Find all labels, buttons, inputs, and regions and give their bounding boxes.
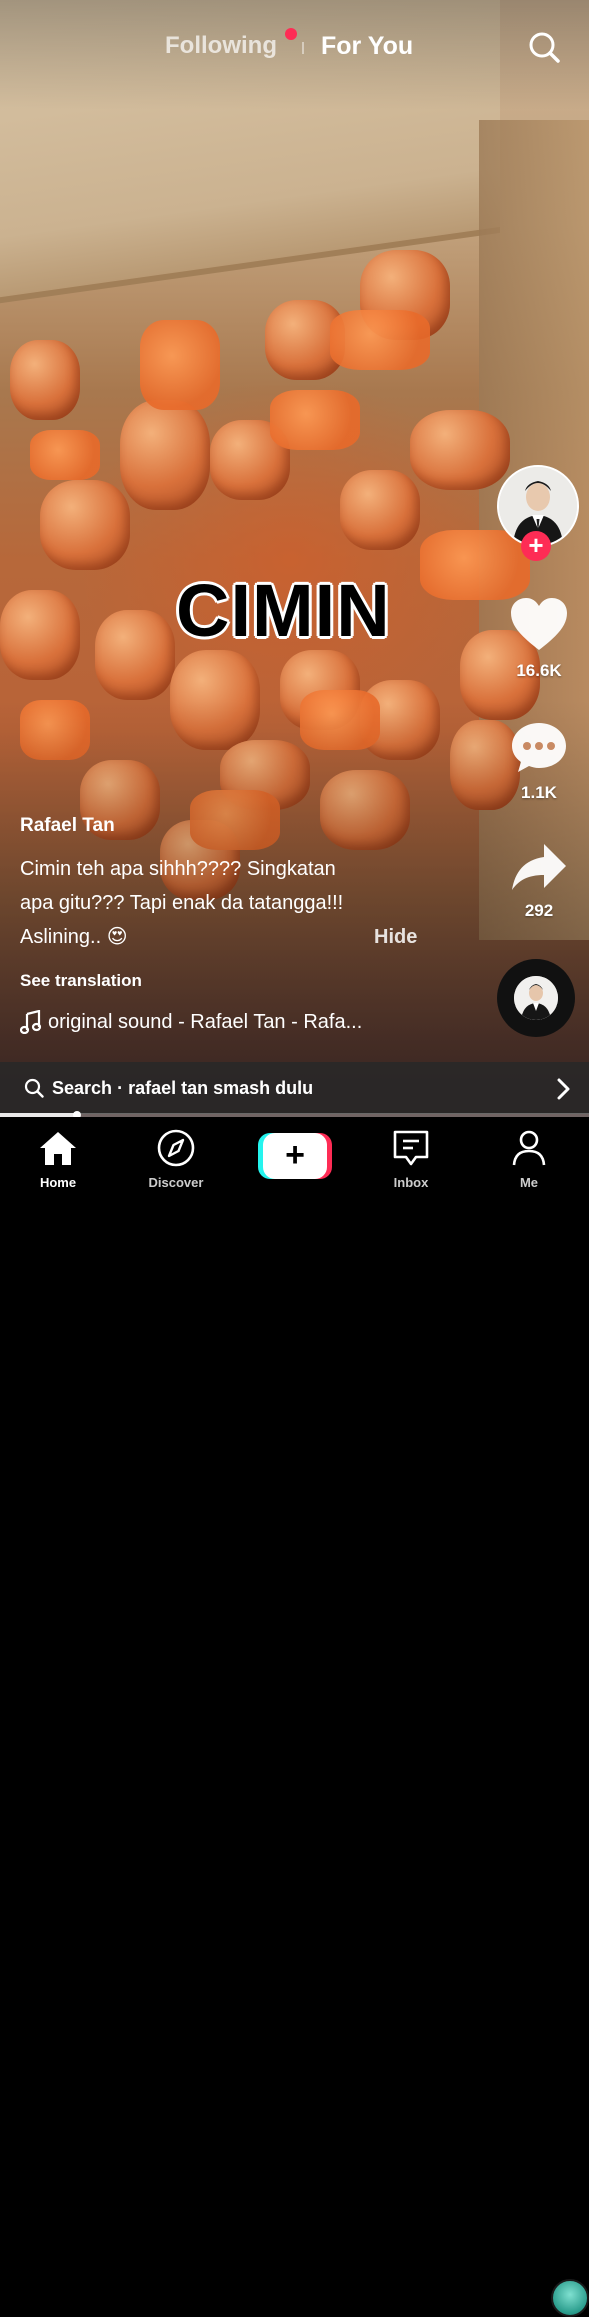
top-tabs: Following For You — [0, 28, 589, 68]
comment-icon — [512, 723, 566, 772]
search-suggestion-text: Search · rafael tan smash dulu — [52, 1078, 313, 1099]
chevron-right-icon — [557, 1078, 570, 1100]
food-piece — [120, 400, 210, 510]
bottom-navigation: Home Discover + Inbox Me — [0, 1117, 589, 2317]
nav-inbox[interactable]: Inbox — [366, 1129, 456, 1190]
hide-caption-button[interactable]: Hide — [374, 926, 417, 949]
music-note-icon — [20, 1010, 42, 1034]
sound-disc-avatar — [514, 976, 558, 1020]
notification-dot — [285, 28, 297, 40]
nav-home[interactable]: Home — [13, 1129, 103, 1190]
create-button[interactable]: + — [258, 1133, 332, 1179]
tab-for-you[interactable]: For You — [321, 32, 413, 61]
comment-button[interactable]: 1.1K — [494, 720, 584, 803]
inbox-icon — [393, 1130, 429, 1166]
nav-me[interactable]: Me — [484, 1129, 574, 1190]
food-piece — [0, 590, 80, 680]
egg-crumb — [270, 390, 360, 450]
food-piece — [40, 480, 130, 570]
nav-home-label: Home — [39, 1175, 77, 1190]
see-translation-link[interactable]: See translation — [20, 971, 142, 991]
like-button[interactable]: 16.6K — [494, 596, 584, 681]
food-piece — [10, 340, 80, 420]
floating-assistant-icon[interactable] — [551, 2279, 589, 2317]
caption-line: Cimin teh apa sihhh???? Singkatan — [20, 858, 336, 880]
search-separator: · — [117, 1077, 124, 1098]
creator-username[interactable]: Rafael Tan — [20, 815, 115, 837]
food-piece — [95, 610, 175, 700]
food-piece — [410, 410, 510, 490]
search-query: rafael tan smash dulu — [128, 1077, 314, 1098]
caption-line: Aslining.. 😍 — [20, 926, 128, 948]
creator-avatar[interactable]: + — [497, 465, 579, 561]
search-icon — [24, 1078, 44, 1098]
heart-icon — [511, 598, 567, 650]
tab-separator — [302, 42, 304, 54]
nav-me-label: Me — [519, 1175, 539, 1190]
food-piece — [340, 470, 420, 550]
nav-inbox-label: Inbox — [393, 1175, 429, 1190]
video-overlay-text: CIMIN — [176, 569, 391, 652]
search-prefix: Search — [52, 1077, 113, 1098]
like-count: 16.6K — [516, 661, 562, 680]
home-icon — [40, 1132, 76, 1165]
share-arrow-icon — [512, 844, 566, 890]
nav-discover[interactable]: Discover — [131, 1129, 221, 1190]
compass-icon — [157, 1129, 195, 1167]
tab-following[interactable]: Following — [165, 32, 277, 60]
egg-crumb — [330, 310, 430, 370]
video-caption[interactable]: Cimin teh apa sihhh???? Singkatan apa gi… — [20, 852, 430, 954]
profile-icon — [512, 1130, 546, 1166]
caption-line: apa gitu??? Tapi enak da tatangga!!! — [20, 892, 344, 914]
share-count: 292 — [524, 901, 554, 920]
nav-discover-label: Discover — [148, 1175, 204, 1190]
egg-crumb — [30, 430, 100, 480]
sound-name: original sound - Rafael Tan - Rafa... — [48, 1010, 363, 1033]
sound-link[interactable]: original sound - Rafael Tan - Rafa... — [20, 1010, 362, 1034]
search-suggestion-bar[interactable]: Search · rafael tan smash dulu — [0, 1062, 589, 1114]
egg-crumb — [140, 320, 220, 410]
comment-count: 1.1K — [521, 783, 557, 802]
search-icon[interactable] — [527, 30, 561, 64]
follow-button[interactable]: + — [521, 531, 551, 561]
share-button[interactable]: 292 — [494, 842, 584, 921]
sound-disc[interactable] — [497, 959, 575, 1037]
plus-icon: + — [263, 1133, 327, 1179]
